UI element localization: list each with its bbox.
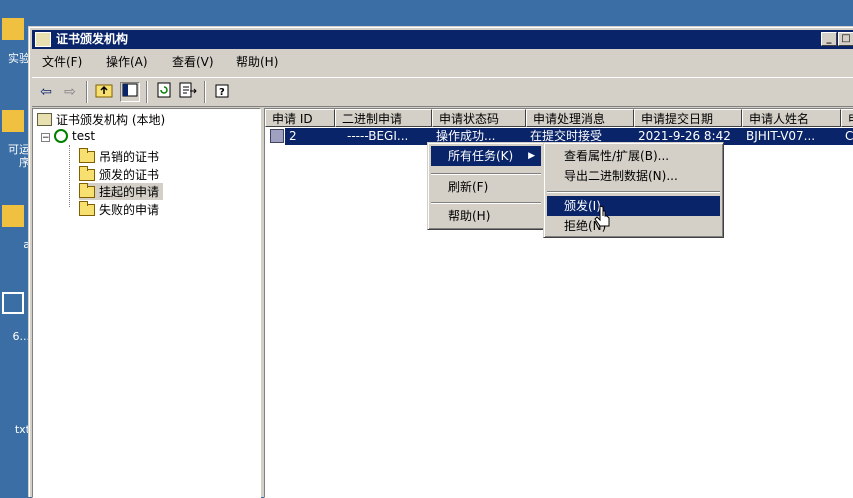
menu-item-label: 导出二进制数据(N)... [564, 169, 678, 183]
menu-item-label: 帮助(H) [448, 209, 491, 223]
toolbar-separator [146, 81, 148, 103]
mmc-window: 证书颁发机构 _ □ 文件(F) 操作(A) 查看(V) 帮助(H) ⇦ ⇨ ? [28, 26, 853, 498]
window-title: 证书颁发机构 [56, 32, 129, 46]
toolbar-separator [86, 81, 88, 103]
cell-more: C [841, 128, 853, 145]
tree-item-issued[interactable]: 颁发的证书 [79, 166, 159, 183]
tree-item-label: 吊销的证书 [99, 150, 160, 164]
maximize-button[interactable]: □ [838, 32, 853, 46]
menu-export-binary[interactable]: 导出二进制数据(N)... [547, 166, 720, 186]
column-requester-name[interactable]: 申请人姓名 [742, 109, 841, 127]
menu-item-label: 所有任务(K) [448, 149, 514, 163]
menu-item-label: 查看属性/扩展(B)... [564, 149, 670, 163]
open-folder-icon [79, 183, 95, 198]
mouse-cursor-icon [594, 205, 610, 227]
cell-binary-request: -----BEGI... [335, 128, 432, 145]
column-status-code[interactable]: 申请状态码 [432, 109, 526, 127]
toolbar-separator [204, 81, 206, 103]
tree-guide-line [69, 145, 71, 207]
show-tree-icon[interactable] [120, 82, 140, 102]
column-binary-request[interactable]: 二进制申请 [335, 109, 432, 127]
tree-item-label: 挂起的申请 [99, 185, 160, 199]
desktop-item-label: а [23, 238, 30, 251]
menu-help[interactable]: 帮助(H) [431, 206, 541, 226]
all-tasks-submenu: 查看属性/扩展(B)... 导出二进制数据(N)... 颁发(I) 拒绝(N) [543, 142, 724, 238]
desktop: 实验 可运 序 а 6... txt [0, 0, 30, 484]
tree-node-ca[interactable]: − test [41, 129, 95, 143]
svg-text:?: ? [219, 87, 225, 98]
menu-all-tasks[interactable]: 所有任务(K) ▶ [431, 146, 541, 166]
forward-icon[interactable]: ⇨ [60, 82, 80, 102]
tree-item-failed[interactable]: 失败的申请 [79, 201, 159, 218]
tree-item-revoked[interactable]: 吊销的证书 [79, 148, 159, 165]
menu-separator [431, 173, 541, 175]
menu-separator [431, 202, 541, 204]
tree-item-label: 失败的申请 [99, 203, 160, 217]
desktop-item-label: txt [14, 423, 30, 436]
menu-help[interactable]: 帮助(H) [230, 51, 284, 73]
desktop-computer-icon[interactable] [2, 292, 24, 314]
menu-item-label: 刷新(F) [448, 180, 489, 194]
tree-root[interactable]: 证书颁发机构 (本地) [37, 111, 165, 128]
up-folder-icon[interactable] [94, 82, 114, 102]
column-submitted-date[interactable]: 申请提交日期 [634, 109, 742, 127]
column-more[interactable]: 申 [841, 109, 853, 127]
cell-requester-name: BJHIT-V07... [742, 128, 841, 145]
certificate-authority-icon [35, 32, 51, 47]
folder-icon [79, 201, 95, 216]
folder-icon [79, 166, 95, 181]
desktop-item-label: 可运 序 [8, 143, 30, 169]
tree-ca-label: test [72, 129, 96, 143]
tree-root-label: 证书颁发机构 (本地) [56, 113, 166, 127]
console-tree[interactable]: 证书颁发机构 (本地) − test 吊销的证书 颁发的证书 挂起的申请 失败的申… [32, 108, 261, 498]
menu-deny[interactable]: 拒绝(N) [547, 216, 720, 236]
desktop-folder-icon[interactable] [2, 18, 24, 40]
column-request-id[interactable]: 申请 ID [265, 109, 335, 127]
title-bar[interactable]: 证书颁发机构 _ □ [32, 30, 853, 49]
toolbar: ⇦ ⇨ ? [32, 77, 853, 107]
menu-bar: 文件(F) 操作(A) 查看(V) 帮助(H) [32, 51, 853, 73]
column-disposition-message[interactable]: 申请处理消息 [526, 109, 634, 127]
menu-issue[interactable]: 颁发(I) [547, 196, 720, 216]
submenu-arrow-icon: ▶ [528, 151, 535, 161]
menu-view[interactable]: 查看(V) [166, 51, 220, 73]
desktop-item-label: 6... [12, 330, 31, 343]
menu-action[interactable]: 操作(A) [100, 51, 154, 73]
menu-refresh[interactable]: 刷新(F) [431, 177, 541, 197]
help-icon[interactable]: ? [212, 82, 232, 102]
desktop-folder-icon[interactable] [2, 205, 24, 227]
cell-request-id: 2 [285, 128, 335, 145]
desktop-folder-icon[interactable] [2, 110, 24, 132]
collapse-toggle-icon[interactable]: − [41, 133, 50, 143]
folder-icon [79, 148, 95, 163]
export-icon[interactable] [178, 82, 198, 102]
menu-view-attributes[interactable]: 查看属性/扩展(B)... [547, 146, 720, 166]
certificate-authority-icon [37, 113, 52, 126]
menu-file[interactable]: 文件(F) [36, 51, 88, 73]
back-icon[interactable]: ⇦ [36, 82, 56, 102]
context-menu: 所有任务(K) ▶ 刷新(F) 帮助(H) [427, 142, 545, 230]
request-icon [270, 129, 284, 143]
menu-separator [547, 191, 720, 193]
list-header: 申请 ID 二进制申请 申请状态码 申请处理消息 申请提交日期 申请人姓名 申 [265, 109, 853, 127]
tree-item-pending[interactable]: 挂起的申请 [79, 183, 164, 200]
ca-server-icon [54, 129, 68, 143]
minimize-button[interactable]: _ [821, 32, 837, 46]
refresh-icon[interactable] [154, 82, 174, 102]
desktop-item-label: 实验 [8, 52, 30, 65]
tree-item-label: 颁发的证书 [99, 168, 160, 182]
